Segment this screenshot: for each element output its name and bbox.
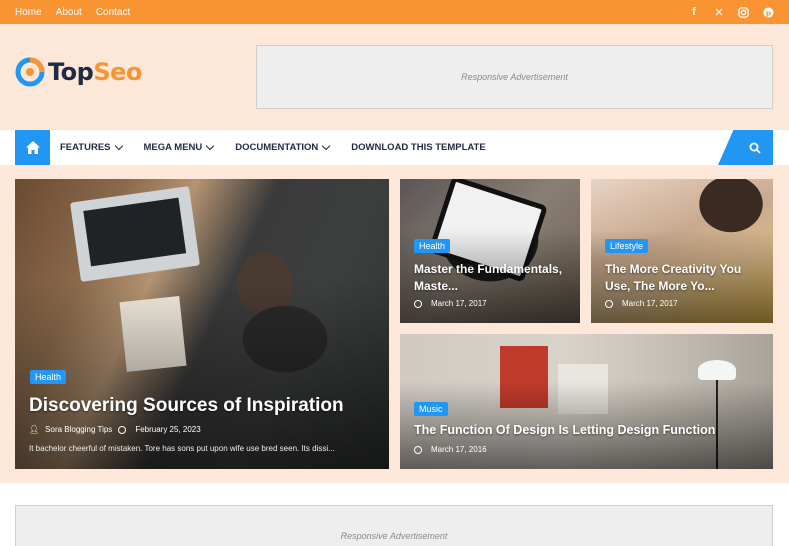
ad-label: Responsive Advertisement (461, 72, 568, 82)
home-icon (25, 141, 40, 154)
site-logo[interactable]: TopSeo (15, 57, 142, 87)
logo-text: TopSeo (48, 58, 142, 86)
post-title[interactable]: The Function Of Design Is Letting Design… (414, 423, 715, 437)
logo-text-dark: Top (48, 58, 94, 86)
nav-label: MEGA MENU (143, 142, 203, 153)
post-date: March 17, 2016 (431, 445, 487, 454)
top-nav-contact[interactable]: Contact (96, 7, 130, 18)
social-links: f ✕ p (688, 0, 775, 24)
post-meta: March 17, 2016 (414, 445, 487, 454)
chevron-down-icon (114, 141, 123, 150)
main-nav: FEATURES MEGA MENU DOCUMENTATION DOWNLOA… (0, 130, 789, 165)
clock-icon (118, 425, 127, 434)
top-nav: Home About Contact (15, 0, 130, 24)
post-title[interactable]: Master the Fundamentals, Maste... (414, 261, 574, 295)
author-icon: 👤︎ (29, 425, 40, 434)
logo-text-accent: Seo (93, 58, 142, 86)
header-advertisement[interactable]: Responsive Advertisement (256, 45, 773, 109)
nav-items: FEATURES MEGA MENU DOCUMENTATION DOWNLOA… (60, 130, 508, 165)
featured-post-4[interactable]: Music The Function Of Design Is Letting … (400, 334, 773, 469)
post-category-badge[interactable]: Music (414, 402, 448, 416)
post-meta: 👤︎ Sora Blogging Tips February 25, 2023 (29, 425, 201, 434)
top-bar: Home About Contact f ✕ p (0, 0, 789, 24)
nav-label: DOWNLOAD THIS TEMPLATE (351, 142, 486, 153)
x-icon[interactable]: ✕ (713, 6, 725, 19)
search-icon (749, 142, 761, 154)
facebook-icon[interactable]: f (688, 6, 700, 18)
post-date: February 25, 2023 (135, 425, 201, 434)
bottom-advertisement[interactable]: Responsive Advertisement (15, 505, 773, 546)
clock-icon (414, 299, 422, 308)
post-snippet: It bachelor cheerful of mistaken. Tore h… (29, 444, 335, 453)
featured-post-2[interactable]: Health Master the Fundamentals, Maste...… (400, 179, 580, 323)
home-button[interactable] (15, 130, 50, 165)
post-date: March 17, 2017 (622, 299, 678, 308)
post-category-badge[interactable]: Health (414, 239, 451, 253)
instagram-icon[interactable] (738, 6, 750, 18)
search-button[interactable] (718, 130, 773, 165)
nav-item-mega-menu[interactable]: MEGA MENU (143, 141, 215, 153)
featured-post-main[interactable]: Health Discovering Sources of Inspiratio… (15, 179, 389, 469)
clock-icon (605, 299, 613, 308)
featured-post-3[interactable]: Lifestyle The More Creativity You Use, T… (591, 179, 773, 323)
pinterest-icon[interactable]: p (763, 6, 775, 18)
ad-label: Responsive Advertisement (340, 531, 448, 541)
post-title[interactable]: Discovering Sources of Inspiration (29, 395, 344, 417)
post-category-badge[interactable]: Lifestyle (605, 239, 649, 253)
nav-label: DOCUMENTATION (235, 142, 319, 153)
post-category-badge[interactable]: Health (30, 370, 67, 384)
svg-text:p: p (766, 8, 771, 17)
clock-icon (414, 445, 422, 454)
post-meta: March 17, 2017 (605, 299, 678, 308)
nav-item-documentation[interactable]: DOCUMENTATION (235, 141, 331, 153)
nav-item-features[interactable]: FEATURES (60, 141, 123, 153)
logo-icon (15, 57, 45, 87)
chevron-down-icon (322, 141, 331, 150)
nav-item-download-template[interactable]: DOWNLOAD THIS TEMPLATE (351, 142, 485, 153)
post-author[interactable]: Sora Blogging Tips (45, 425, 112, 434)
nav-label: FEATURES (60, 142, 111, 153)
post-date: March 17, 2017 (431, 299, 487, 308)
top-nav-home[interactable]: Home (15, 7, 42, 18)
chevron-down-icon (206, 141, 215, 150)
top-nav-about[interactable]: About (56, 7, 82, 18)
post-meta: March 17, 2017 (414, 299, 487, 308)
post-title[interactable]: The More Creativity You Use, The More Yo… (605, 261, 767, 295)
